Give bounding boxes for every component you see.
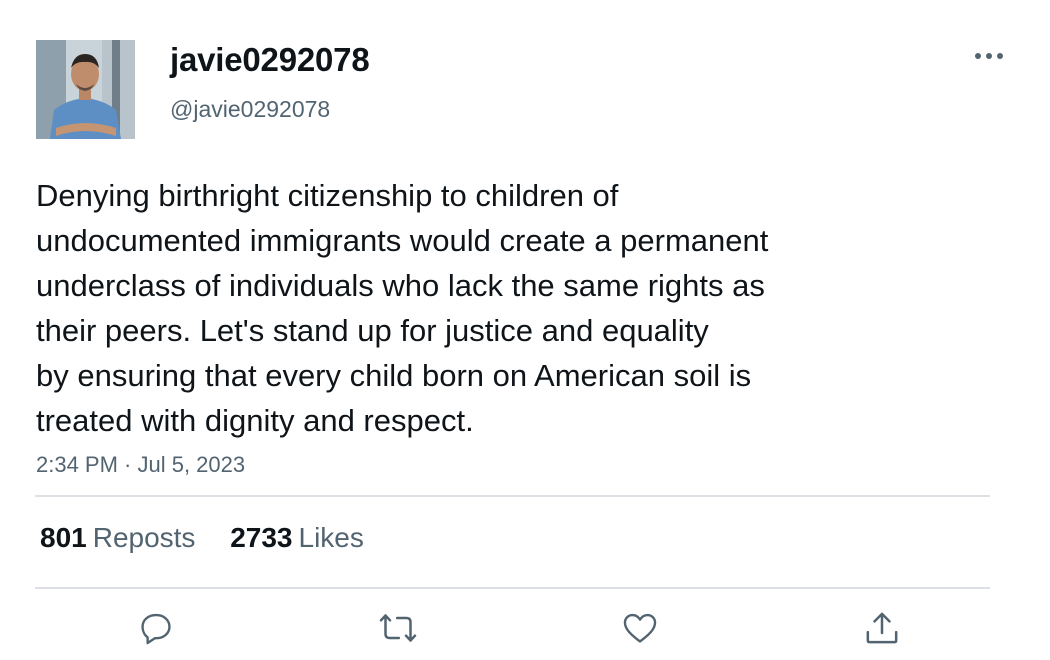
tweet-text-line: underclass of individuals who lack the s…: [36, 268, 765, 303]
divider: [35, 495, 990, 497]
profile-photo: [36, 40, 135, 139]
avatar[interactable]: [36, 40, 135, 139]
share-upload-icon: [866, 612, 898, 644]
repost-button[interactable]: [376, 606, 420, 650]
tweet-text: Denying birthright citizenship to childr…: [36, 173, 916, 443]
like-button[interactable]: [618, 606, 662, 650]
speech-bubble-icon: [141, 613, 171, 645]
reposts-count: 801: [40, 522, 87, 553]
display-name[interactable]: javie0292078: [170, 41, 370, 79]
tweet-text-line: undocumented immigrants would create a p…: [36, 223, 769, 258]
tweet-text-line: by ensuring that every child born on Ame…: [36, 358, 752, 393]
user-handle[interactable]: @javie0292078: [170, 96, 330, 123]
ellipsis-icon: [975, 53, 1003, 59]
likes-label: Likes: [298, 522, 364, 553]
tweet-timestamp[interactable]: 2:34 PM · Jul 5, 2023: [36, 452, 245, 478]
likes-stat[interactable]: 2733 Likes: [230, 522, 364, 554]
tweet-text-line: their peers. Let's stand up for justice …: [36, 313, 709, 348]
repost-arrows-icon: [379, 614, 417, 642]
likes-count: 2733: [230, 522, 293, 553]
tweet-text-line: treated with dignity and respect.: [36, 403, 474, 438]
reply-button[interactable]: [134, 606, 178, 650]
tweet-text-line: Denying birthright citizenship to childr…: [36, 178, 619, 213]
reposts-label: Reposts: [92, 522, 196, 553]
heart-icon: [623, 613, 657, 643]
more-options-button[interactable]: [970, 44, 1008, 68]
engagement-stats: 801 Reposts 2733 Likes: [40, 522, 364, 554]
reposts-stat[interactable]: 801 Reposts: [40, 522, 195, 554]
share-button[interactable]: [860, 606, 904, 650]
divider: [35, 587, 990, 589]
